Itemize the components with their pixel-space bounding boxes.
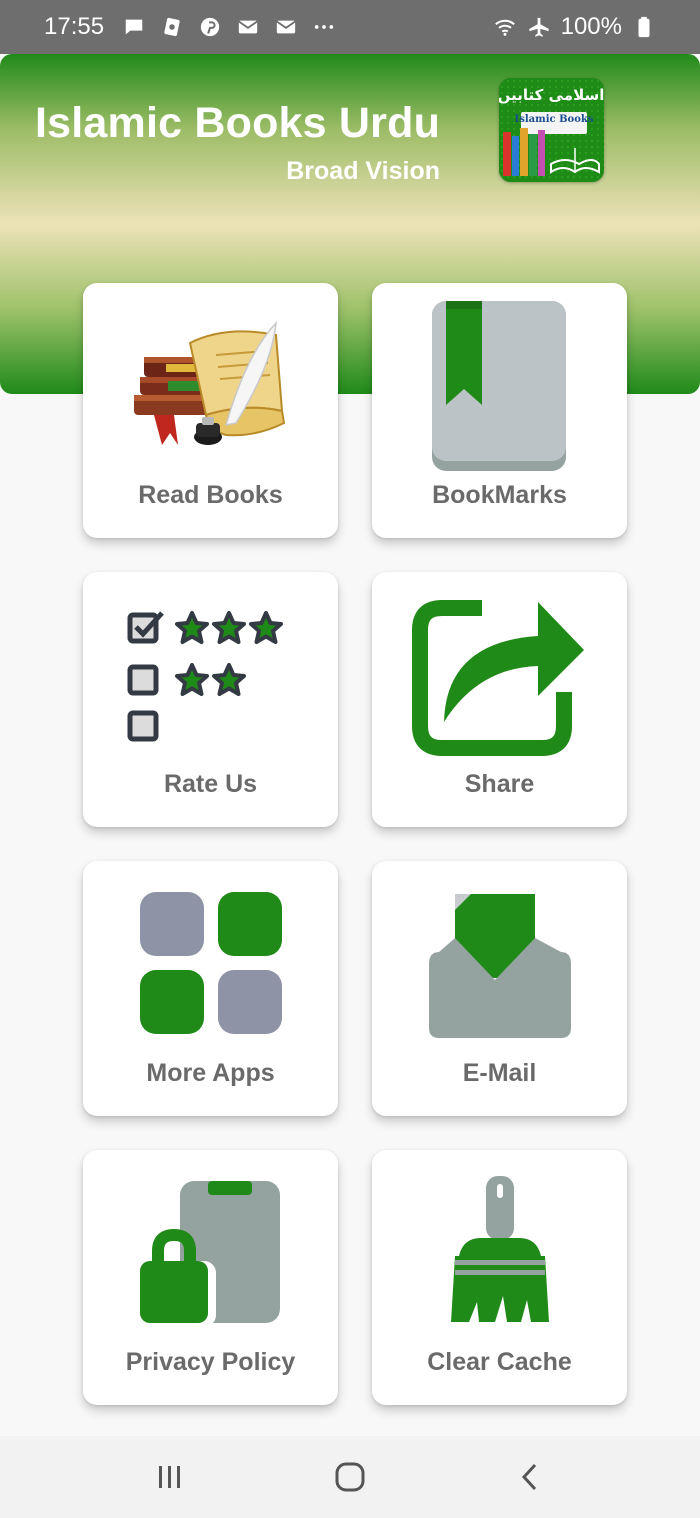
rate-us-label: Rate Us xyxy=(163,770,258,798)
message-icon xyxy=(122,15,146,39)
airplane-icon xyxy=(527,15,551,39)
wifi-icon xyxy=(493,15,517,39)
email-label: E-Mail xyxy=(462,1059,537,1087)
share-label: Share xyxy=(464,770,535,798)
menu-grid: Read Books BookMarks Rate Us Share More … xyxy=(83,283,628,1405)
phone-lock-icon xyxy=(83,1162,338,1342)
app-subtitle: Broad Vision xyxy=(286,157,440,185)
more-apps-label: More Apps xyxy=(146,1059,275,1087)
system-nav-bar xyxy=(0,1436,700,1518)
battery-icon xyxy=(632,15,656,39)
apps-grid-icon xyxy=(83,873,338,1053)
more-dots-icon xyxy=(312,15,336,39)
read-books-button[interactable]: Read Books xyxy=(83,283,338,538)
clear-cache-label: Clear Cache xyxy=(427,1348,572,1376)
books-scroll-icon xyxy=(83,295,338,475)
back-icon[interactable] xyxy=(500,1447,560,1507)
mail-icon xyxy=(236,15,260,39)
read-books-label: Read Books xyxy=(138,481,283,509)
email-button[interactable]: E-Mail xyxy=(372,861,627,1116)
privacy-policy-label: Privacy Policy xyxy=(125,1348,296,1376)
share-button[interactable]: Share xyxy=(372,572,627,827)
bookmarks-button[interactable]: BookMarks xyxy=(372,283,627,538)
privacy-policy-button[interactable]: Privacy Policy xyxy=(83,1150,338,1405)
app-title: Islamic Books Urdu xyxy=(35,99,441,147)
share-arrow-icon xyxy=(372,584,627,764)
mail-icon xyxy=(274,15,298,39)
bookmarks-label: BookMarks xyxy=(432,481,567,509)
logo-english-text: Islamic Books xyxy=(515,114,594,125)
paw-icon xyxy=(160,15,184,39)
clear-cache-button[interactable]: Clear Cache xyxy=(372,1150,627,1405)
rate-us-button[interactable]: Rate Us xyxy=(83,572,338,827)
pinterest-icon xyxy=(198,15,222,39)
bookmark-book-icon xyxy=(372,295,627,475)
home-icon[interactable] xyxy=(320,1447,380,1507)
battery-percent: 100% xyxy=(560,13,622,40)
app-logo: اسلامی کتابیں Islamic Books xyxy=(499,78,604,182)
recents-icon[interactable] xyxy=(140,1447,200,1507)
rating-checklist-icon xyxy=(83,584,338,764)
more-apps-button[interactable]: More Apps xyxy=(83,861,338,1116)
email-envelope-icon xyxy=(372,873,627,1053)
status-time: 17:55 xyxy=(44,13,105,40)
logo-urdu-text: اسلامی کتابیں xyxy=(499,86,604,104)
broom-icon xyxy=(372,1162,627,1342)
status-bar: 17:55 100% xyxy=(0,0,700,54)
